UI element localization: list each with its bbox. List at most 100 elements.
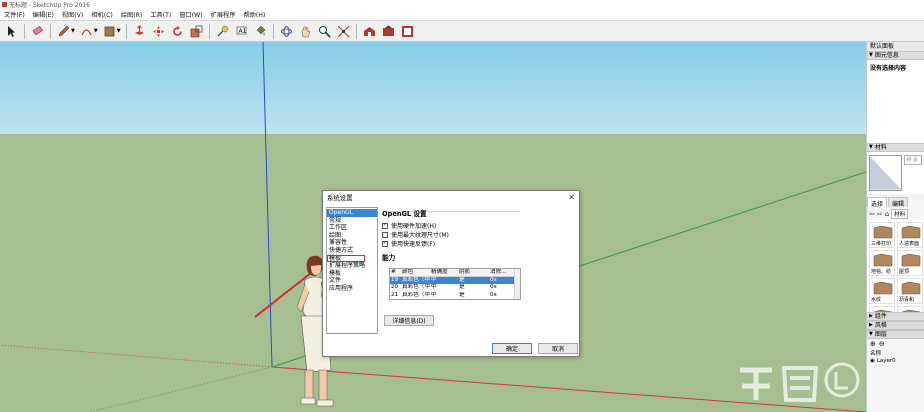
red-axis-dotted <box>0 344 273 368</box>
menu-window[interactable]: 窗口(W) <box>175 10 206 19</box>
paint-bucket-icon[interactable] <box>253 24 268 39</box>
pan-icon[interactable] <box>298 24 313 39</box>
material-tile[interactable]: 沥青和 <box>897 278 923 304</box>
nav-item-shortcuts[interactable]: 快捷方式 <box>327 247 377 255</box>
table-scrollbar[interactable] <box>514 269 520 299</box>
column-header[interactable]: 颜色 <box>401 269 430 276</box>
nav-item-compatibility[interactable]: 兼容性 <box>327 239 377 247</box>
material-tile[interactable]: 木 <box>897 306 923 312</box>
nav-item-applications[interactable]: 应用程序 <box>327 285 377 293</box>
layer-row[interactable]: ◉ Layer0 <box>867 357 924 365</box>
section-label: 风格 <box>874 322 887 329</box>
add-layer-icon[interactable]: ⊕ <box>870 340 876 348</box>
option-max-texture-size[interactable]: 使用最大纹理尺寸(M) <box>382 230 522 239</box>
material-tile[interactable]: 屋顶 <box>897 250 923 276</box>
move-icon[interactable] <box>151 24 166 39</box>
extension-warehouse-icon[interactable] <box>381 24 396 39</box>
chevron-down-icon[interactable]: ▼ <box>94 28 98 34</box>
layout-icon[interactable] <box>400 24 415 39</box>
opengl-settings-pane: OpenGL 设置 ✓ 使用硬件加速(H) 使用最大纹理尺寸(M) ✓ 使用快速… <box>382 208 522 262</box>
tray-title: 默认面板 <box>867 42 924 51</box>
nav-item-files[interactable]: 文件 <box>327 277 377 285</box>
chevron-down-icon[interactable]: ▼ <box>71 28 75 34</box>
zoom-icon[interactable] <box>317 24 332 39</box>
option-hardware-acceleration[interactable]: ✓ 使用硬件加速(H) <box>382 221 522 230</box>
column-header[interactable]: 精确度 <box>430 269 458 276</box>
cancel-button[interactable]: 取消 <box>538 343 578 354</box>
tile-label: 屋顶 <box>899 269 910 275</box>
dialog-titlebar: 系统设置 ✕ <box>323 191 579 203</box>
column-header[interactable]: # <box>390 269 401 276</box>
radio-selected-icon[interactable]: ◉ <box>870 358 875 364</box>
layer-tools: ⊕ ⊖ <box>867 339 924 349</box>
eraser-icon[interactable] <box>30 24 45 39</box>
menu-view[interactable]: 视图(V) <box>58 10 87 19</box>
tab-edit[interactable]: 编辑 <box>888 197 909 208</box>
toolbar-separator <box>355 23 357 39</box>
checkbox-unchecked[interactable] <box>382 231 388 238</box>
select-icon[interactable] <box>4 24 19 39</box>
remove-layer-icon[interactable]: ⊖ <box>879 340 885 348</box>
scale-icon[interactable] <box>189 24 204 39</box>
materials-header[interactable]: ▼ 材料 <box>867 143 924 152</box>
nav-item-extension-policy[interactable]: 扩展程序策略 <box>327 262 377 270</box>
menu-bar: 文件(F) 编辑(E) 视图(V) 相机(C) 绘图(R) 工具(T) 窗口(W… <box>0 9 924 20</box>
capabilities-table[interactable]: # 颜色 精确度 阴影 消除... 19 真彩色（中 中 是 0x 20 真彩色… <box>389 268 521 300</box>
tape-measure-icon[interactable] <box>215 24 230 39</box>
menu-extensions[interactable]: 扩展程序 <box>207 10 240 19</box>
styles-header[interactable]: ▶ 风格 <box>867 321 924 330</box>
orbit-icon[interactable] <box>279 24 294 39</box>
menu-help[interactable]: 帮助(H) <box>239 10 269 19</box>
nav-item-workspace[interactable]: 工作区 <box>327 224 377 232</box>
nav-item-opengl[interactable]: OpenGL <box>327 209 377 217</box>
material-name-field[interactable]: 绯 设 <box>904 155 922 165</box>
table-header: # 颜色 精确度 阴影 消除... <box>390 269 520 277</box>
entity-info-header[interactable]: ▼ 图元信息 <box>867 51 924 60</box>
arc-icon[interactable] <box>79 24 94 39</box>
zoom-extents-icon[interactable] <box>336 24 351 39</box>
table-cell: 中 <box>431 291 437 298</box>
back-arrow-icon[interactable]: ⇦ <box>869 210 875 218</box>
material-tile[interactable]: 地毯、纺 <box>869 250 895 276</box>
details-button[interactable]: 详细信息(D) <box>384 315 434 326</box>
table-row[interactable]: 19 真彩色（中 中 是 0x <box>390 276 520 285</box>
tab-select[interactable]: 选择 <box>867 197 888 208</box>
column-header[interactable]: 消除... <box>489 269 511 276</box>
rectangle-icon[interactable] <box>102 24 117 39</box>
checkbox-checked[interactable]: ✓ <box>382 240 388 247</box>
checkbox-checked[interactable]: ✓ <box>382 222 388 229</box>
settings-category-list: OpenGL 常规 工作区 绘图 兼容性 快捷方式 模板 扩展程序策略 模板 文… <box>326 207 378 334</box>
layers-header[interactable]: ▼ 图层 <box>867 330 924 339</box>
option-fast-feedback[interactable]: ✓ 使用快速反馈(F) <box>382 239 522 248</box>
material-tile[interactable]: 水纹 <box>869 278 895 304</box>
close-icon[interactable]: ✕ <box>568 193 575 202</box>
option-label: 使用最大纹理尺寸(M) <box>391 232 449 239</box>
table-row[interactable]: 21 真彩色（中 中 是 0x <box>390 291 520 299</box>
materials-grid: 三维打印 人造表面 地毯、纺 屋顶 水纹 沥青和 玻璃 木 <box>867 220 924 312</box>
forward-arrow-icon[interactable]: ⇨ <box>877 210 883 218</box>
column-header[interactable]: 阴影 <box>458 269 489 276</box>
rotate-icon[interactable] <box>170 24 185 39</box>
material-tile[interactable]: 人造表面 <box>897 222 923 248</box>
default-material-swatch[interactable] <box>869 155 903 191</box>
material-tile[interactable]: 三维打印 <box>869 222 895 248</box>
components-header[interactable]: ▶ 组件 <box>867 312 924 321</box>
warehouse-icon[interactable] <box>362 24 377 39</box>
text-icon[interactable]: A1 <box>234 24 249 39</box>
menu-tools[interactable]: 工具(T) <box>146 10 175 19</box>
chevron-down-icon[interactable]: ▼ <box>117 28 121 34</box>
ok-button[interactable]: 确定 <box>492 343 532 354</box>
menu-file[interactable]: 文件(F) <box>0 10 29 19</box>
push-pull-icon[interactable] <box>132 24 147 39</box>
home-icon[interactable]: ⌂ <box>885 210 889 218</box>
menu-edit[interactable]: 编辑(E) <box>29 10 58 19</box>
capabilities-label: 能力 <box>382 254 396 262</box>
title-bar: 无标题 - SketchUp Pro 2016 <box>0 0 924 9</box>
materials-category-dropdown[interactable]: 材料 <box>891 208 909 219</box>
material-tile[interactable]: 玻璃 <box>869 306 895 312</box>
section-label: 图层 <box>874 331 887 338</box>
pencil-icon[interactable] <box>56 24 71 39</box>
table-row[interactable]: 20 真彩色（中 中 是 0x <box>390 284 520 292</box>
menu-camera[interactable]: 相机(C) <box>87 10 117 19</box>
menu-draw[interactable]: 绘图(R) <box>117 10 147 19</box>
